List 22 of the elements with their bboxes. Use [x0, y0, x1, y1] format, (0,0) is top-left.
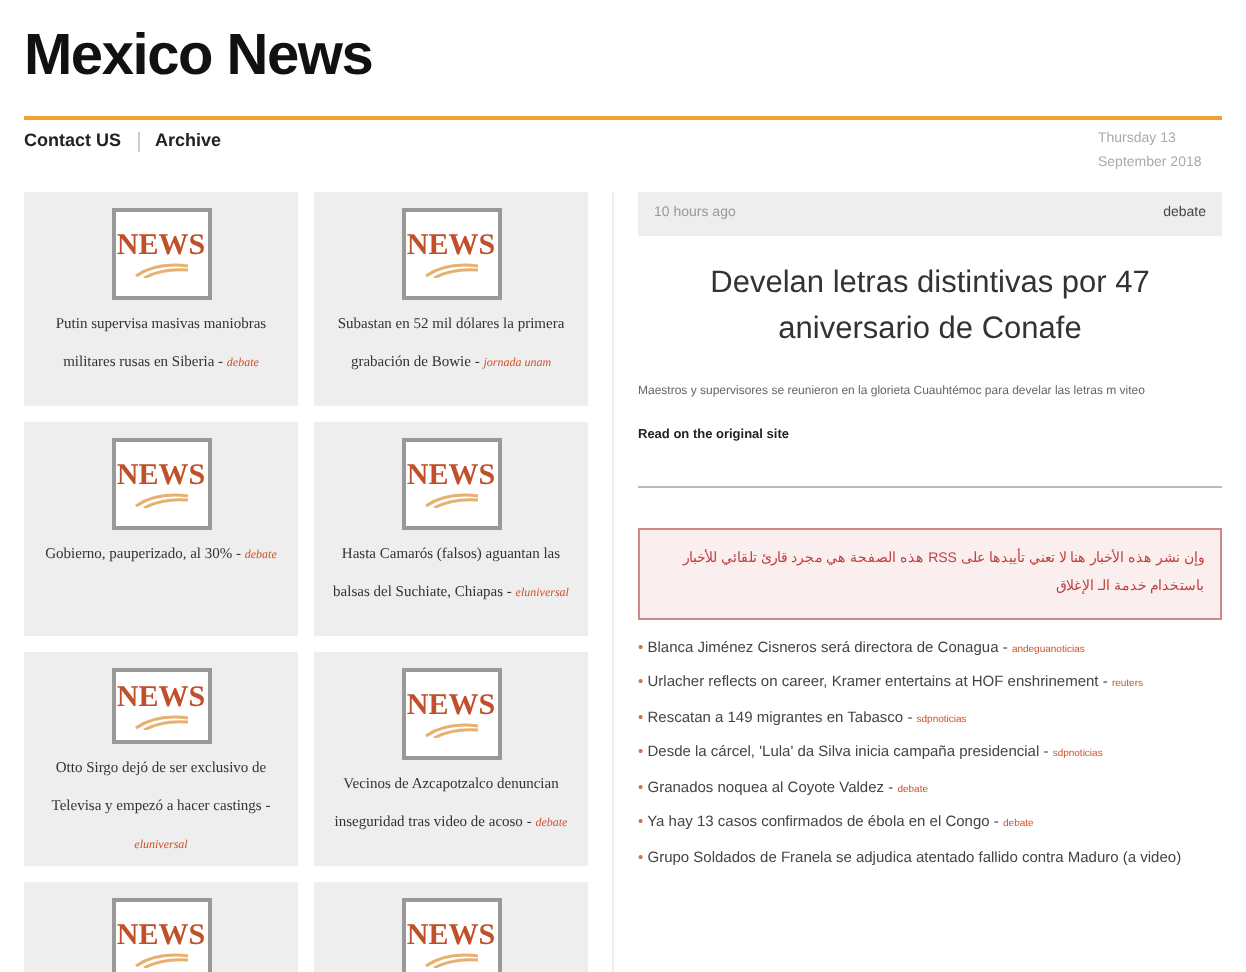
news-card[interactable]: NEWS — [24, 882, 298, 972]
swoosh-icon — [131, 713, 191, 729]
nav-link[interactable]: Archive — [155, 128, 222, 155]
swoosh-icon — [421, 951, 481, 967]
logo-text: NEWS — [406, 231, 496, 261]
logo-text: NEWS — [406, 461, 496, 491]
logo-text: NEWS — [116, 921, 206, 951]
swoosh-icon — [131, 261, 191, 277]
logo-text: NEWS — [406, 921, 496, 951]
swoosh-icon — [131, 951, 191, 967]
nav-link[interactable]: Contact US — [24, 128, 122, 155]
article-title: Develan letras distintivas por 47 aniversario de Conafe — [708, 264, 1152, 350]
site-title: Mexico News — [24, 22, 375, 93]
swoosh-icon — [131, 491, 191, 507]
logo-text: NEWS — [116, 231, 206, 261]
swoosh-icon — [421, 261, 481, 277]
logo-text: NEWS — [116, 461, 206, 491]
swoosh-icon — [421, 721, 481, 737]
logo-text: NEWS — [116, 683, 206, 713]
swoosh-icon — [421, 491, 481, 507]
news-card[interactable]: NEWS — [314, 882, 588, 972]
logo-text: NEWS — [406, 691, 496, 721]
